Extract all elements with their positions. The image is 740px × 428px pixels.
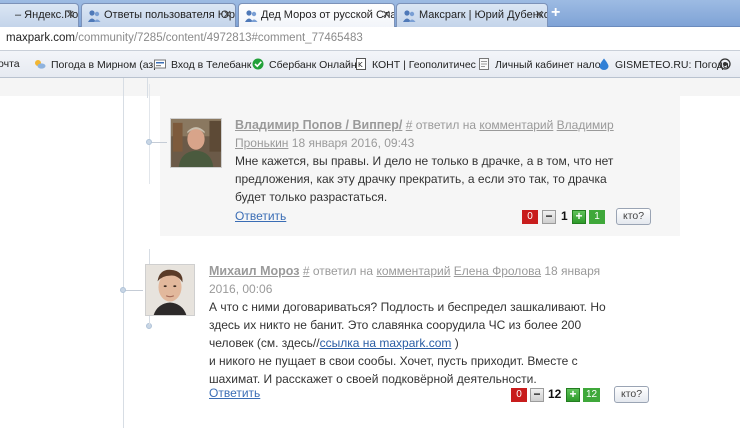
page-icon: K — [356, 58, 366, 70]
bookmark-label: Сбербанк Онлайн — [269, 59, 357, 71]
new-tab-button[interactable]: + — [551, 5, 560, 21]
weather-icon — [35, 60, 46, 69]
thread-connector — [123, 290, 143, 291]
document-icon — [479, 58, 489, 70]
bookmark-gismeteo[interactable]: GISMETEO.RU: Погода — [598, 58, 729, 71]
close-icon[interactable]: ✕ — [535, 8, 544, 21]
body-text: человек (см. здесь// — [209, 336, 320, 350]
comment-header: Михаил Мороз # ответил на комментарий Ел… — [209, 262, 629, 298]
positive-count: 1 — [589, 210, 605, 224]
bookmark-label: очта — [0, 58, 20, 70]
page-content: Владимир Попов / Виппер/ # ответил на ко… — [0, 78, 740, 428]
comment-body-line: А что с ними договариваться? Подлость и … — [209, 300, 606, 314]
vote-up-button[interactable]: + — [572, 210, 586, 224]
people-icon — [403, 10, 416, 22]
thread-line — [147, 78, 148, 98]
comment-body-line: и никого не пущает в свои сообы. Хочет, … — [209, 354, 578, 368]
address-bar[interactable]: maxpark.com/community/7285/content/49728… — [0, 27, 740, 51]
tab-user-answers[interactable]: Ответы пользователя Юрия ✕ — [81, 3, 236, 27]
who-voted-button[interactable]: кто? — [614, 386, 650, 403]
comment-body-line: Мне кажется, вы правы. И дело не только … — [235, 154, 614, 168]
comment-permalink[interactable]: # — [406, 118, 413, 132]
maxpark-link[interactable]: ссылка на maxpark.com — [320, 336, 452, 350]
comment-body-line: будет только разрастаться. — [235, 190, 388, 204]
bookmark-label: Личный кабинет нало — [495, 59, 601, 71]
close-icon[interactable]: ✕ — [382, 8, 391, 21]
vote-total: 12 — [548, 387, 562, 401]
thread-dot — [146, 139, 152, 145]
comment-body-line: шахимат. И расскажет о своей подковёрной… — [209, 372, 537, 386]
comment-body-line-with-link: человек (см. здесь//ссылка на maxpark.co… — [209, 334, 639, 352]
bookmark-label: GISMETEO.RU: Погода — [615, 59, 729, 71]
replied-text: ответил на — [415, 118, 476, 132]
vote-box: 0 − 12 + 12 кто? — [511, 386, 650, 404]
tab-maxpark-profile[interactable]: Максparк | Юрий Дубенков ✕ — [396, 3, 548, 27]
avatar[interactable] — [145, 264, 195, 316]
thread-dot — [120, 287, 126, 293]
bookmark-label: Погода в Мирном (азр — [51, 59, 160, 71]
avatar[interactable] — [170, 118, 222, 168]
bookmark-telebank[interactable]: Вход в Телебанк — [154, 58, 251, 71]
gismeteo-icon — [599, 58, 609, 70]
vote-down-button[interactable]: − — [530, 388, 544, 402]
close-icon[interactable]: ✕ — [223, 8, 232, 21]
vote-total: 1 — [561, 209, 568, 223]
svg-text:K: K — [358, 61, 363, 69]
comment-body-line: здесь их никто не банит. Это славянка со… — [209, 318, 582, 332]
reply-link[interactable]: Ответить — [209, 386, 260, 400]
tab-yandex-mail[interactable]: – Яндекс.Почта ✕ — [0, 3, 79, 27]
bookmark-more[interactable] — [719, 58, 736, 71]
tab-label: Максparк | Юрий Дубенков — [419, 9, 548, 21]
vote-up-button[interactable]: + — [566, 388, 580, 402]
target-author-last[interactable]: Пронькин — [235, 136, 288, 150]
thread-line — [123, 78, 124, 428]
vote-box: 0 − 1 + 1 кто? — [522, 208, 652, 226]
people-icon — [245, 10, 258, 22]
bookmark-kont[interactable]: K КОНТ | Геополитичес — [355, 58, 476, 71]
reply-link[interactable]: Ответить — [235, 209, 286, 223]
body-text: ) — [451, 336, 459, 350]
thread-line — [149, 84, 150, 184]
vote-down-button[interactable]: − — [542, 210, 556, 224]
negative-count: 0 — [522, 210, 538, 224]
bookmark-weather-mirny[interactable]: Погода в Мирном (азр — [34, 58, 159, 71]
comment-body-line: предложения, как эту драчку прекратить, … — [235, 172, 607, 186]
comment-permalink[interactable]: # — [303, 264, 310, 278]
bookmark-label: КОНТ | Геополитичес — [372, 59, 476, 71]
target-author[interactable]: Елена Фролова — [454, 264, 541, 278]
comment-body: А что с ними договариваться? Подлость и … — [209, 298, 639, 388]
close-icon[interactable]: ✕ — [66, 8, 75, 21]
url-host: maxpark.com — [6, 32, 76, 44]
comment-time: 2016, 00:06 — [209, 282, 273, 296]
positive-count: 12 — [583, 388, 601, 402]
tab-label: Ответы пользователя Юрия — [104, 9, 236, 21]
bookmark-label: Вход в Телебанк — [171, 59, 252, 71]
people-icon — [88, 10, 101, 22]
comment-body: Мне кажется, вы правы. И дело не только … — [235, 152, 655, 206]
globe-icon — [719, 58, 731, 70]
comment-date: 18 января 2016, 09:43 — [291, 136, 415, 150]
comment-author[interactable]: Михаил Мороз — [209, 264, 299, 278]
bookmark-tax-cabinet[interactable]: Личный кабинет нало — [478, 58, 601, 71]
who-voted-button[interactable]: кто? — [616, 208, 652, 225]
url-text[interactable]: maxpark.com/community/7285/content/49728… — [6, 32, 363, 44]
comment-target-link[interactable]: комментарий — [376, 264, 450, 278]
bookmarks-bar: очта Погода в Мирном (азр Вход в Телебан… — [0, 51, 740, 78]
bank-icon — [154, 59, 166, 69]
tab-ded-moroz[interactable]: Дед Мороз от русской Славы ✕ — [238, 3, 395, 28]
comment-target-link[interactable]: комментарий — [479, 118, 553, 132]
sberbank-icon — [252, 58, 264, 70]
tab-strip: – Яндекс.Почта ✕ Ответы пользователя Юри… — [0, 0, 740, 28]
tab-label: Дед Мороз от русской Славы — [261, 9, 394, 21]
bookmark-mail[interactable]: очта — [0, 58, 20, 70]
bookmark-sberbank[interactable]: Сбербанк Онлайн — [252, 58, 357, 71]
replied-text: ответил на — [312, 264, 374, 278]
negative-count: 0 — [511, 388, 527, 402]
comment-author[interactable]: Владимир Попов / Виппер/ — [235, 118, 402, 132]
comment-date: 18 января — [544, 264, 601, 278]
target-author-first[interactable]: Владимир — [557, 118, 614, 132]
url-path: /community/7285/content/4972813#comment_… — [75, 32, 363, 44]
comment-header: Владимир Попов / Виппер/ # ответил на ко… — [235, 116, 630, 152]
